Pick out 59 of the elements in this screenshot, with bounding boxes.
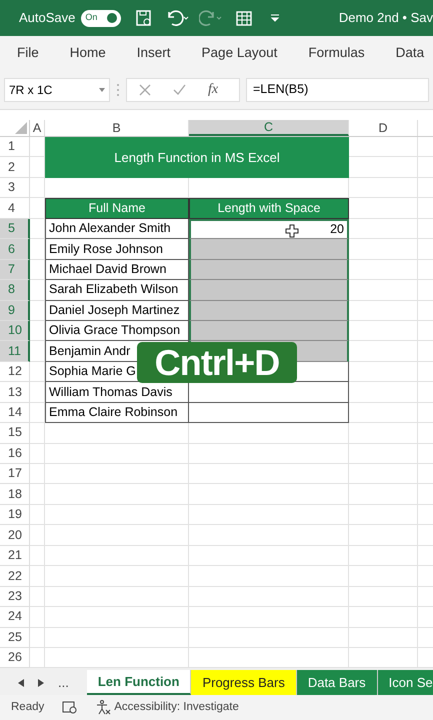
row-header[interactable]: 14 xyxy=(0,402,30,424)
ribbon-tab[interactable]: Formulas xyxy=(308,42,365,64)
ribbon-tab[interactable]: Data xyxy=(396,42,424,64)
sheet-title: Length Function in MS Excel xyxy=(45,137,349,178)
row-header[interactable]: 17 xyxy=(0,464,30,484)
column-header[interactable]: C xyxy=(189,120,349,136)
name-cell: John Alexander Smith xyxy=(45,218,189,240)
sheet-tab[interactable]: Data Bars xyxy=(296,670,378,695)
row-header[interactable]: 3 xyxy=(0,178,30,198)
header-cell: Full Name xyxy=(45,198,189,219)
ribbon-tab[interactable]: File xyxy=(17,42,39,64)
name-cell: Michael David Brown xyxy=(45,260,189,280)
formula-field[interactable]: =LEN(B5) xyxy=(246,78,429,102)
name-cell: William Thomas Davis xyxy=(45,382,189,403)
row-header[interactable]: 1 xyxy=(0,137,30,158)
ribbon-tab[interactable]: Home xyxy=(70,42,106,64)
row-header[interactable]: 6 xyxy=(0,239,30,260)
row-header[interactable]: 19 xyxy=(0,504,30,526)
row-header[interactable]: 5 xyxy=(0,218,30,240)
length-value: 20 xyxy=(330,221,344,238)
row-header[interactable]: 11 xyxy=(0,341,30,362)
name-cell: Sarah Elizabeth Wilson xyxy=(45,280,189,300)
row-header[interactable]: 10 xyxy=(0,320,30,342)
more-sheets-button[interactable]: ... xyxy=(58,672,69,692)
column-header[interactable]: A xyxy=(30,120,45,136)
row-header[interactable]: 16 xyxy=(0,444,30,464)
insert-function-button[interactable]: fx xyxy=(208,79,218,100)
header-cell: Length with Space xyxy=(189,198,349,219)
name-cell: Olivia Grace Thompson xyxy=(45,320,189,342)
ribbon-tab[interactable]: Insert xyxy=(136,42,171,64)
row-header[interactable]: 9 xyxy=(0,300,30,321)
row-header[interactable]: 22 xyxy=(0,566,30,587)
sheet-tab[interactable]: Icon Se xyxy=(378,670,433,695)
row-header[interactable]: 8 xyxy=(0,280,30,300)
row-header[interactable]: 15 xyxy=(0,423,30,444)
ribbon-tab[interactable]: Page Layout xyxy=(202,42,278,64)
name-cell: Emma Claire Robinson xyxy=(45,402,189,424)
row-header[interactable]: 23 xyxy=(0,586,30,608)
name-box[interactable]: 7R x 1C xyxy=(4,78,110,102)
sheet-tab[interactable]: Progress Bars xyxy=(191,670,297,695)
name-cell: Emily Rose Johnson xyxy=(45,239,189,260)
row-header[interactable]: 13 xyxy=(0,382,30,403)
shortcut-caption: Cntrl+D xyxy=(137,342,297,383)
row-header[interactable]: 24 xyxy=(0,607,30,628)
row-header[interactable]: 12 xyxy=(0,362,30,382)
row-header[interactable]: 7 xyxy=(0,260,30,280)
row-header[interactable]: 25 xyxy=(0,628,30,648)
document-title: Demo 2nd • Sav xyxy=(338,9,433,28)
row-header[interactable]: 20 xyxy=(0,525,30,546)
name-cell: Daniel Joseph Martinez xyxy=(45,300,189,321)
row-header[interactable]: 18 xyxy=(0,484,30,505)
autosave-label: AutoSave xyxy=(19,9,76,28)
column-header[interactable]: D xyxy=(349,120,418,136)
accessibility-status[interactable]: Accessibility: Investigate xyxy=(114,698,239,716)
row-header[interactable]: 21 xyxy=(0,546,30,566)
autosave-toggle[interactable]: On xyxy=(81,10,122,26)
row-header[interactable]: 2 xyxy=(0,157,30,178)
status-text: Ready xyxy=(11,700,44,715)
sheet-tab[interactable]: Len Function xyxy=(86,670,192,695)
